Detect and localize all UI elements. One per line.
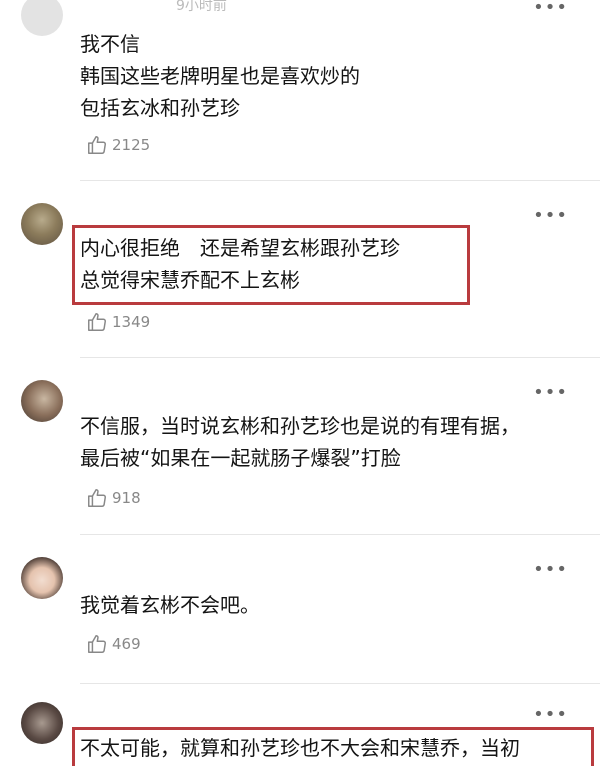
avatar[interactable] [21,0,63,36]
more-options-icon[interactable]: ••• [533,384,568,402]
comment-line: 最后被“如果在一起就肠子爆裂”打脸 [80,446,401,470]
avatar[interactable] [21,380,63,422]
avatar[interactable] [21,702,63,744]
like-count: 469 [112,635,141,653]
avatar[interactable] [21,203,63,245]
more-options-icon[interactable]: ••• [533,706,568,724]
comment-text: 内心很拒绝 还是希望玄彬跟孙艺珍 总觉得宋慧乔配不上玄彬 [80,232,580,296]
thumbs-up-icon [86,633,108,655]
like-count: 918 [112,489,141,507]
thumbs-up-icon [86,311,108,333]
like-button[interactable]: 469 [86,633,141,655]
comment-text: 不太可能，就算和孙艺珍也不大会和宋慧乔，当初 [80,732,600,764]
comment-timestamp: 9小时前 [176,0,227,14]
like-button[interactable]: 1349 [86,311,150,333]
more-options-icon[interactable]: ••• [533,0,568,17]
comment-item: 9小时前 ••• 我不信 韩国这些老牌明星也是喜欢炒的 包括玄冰和孙艺珍 212… [0,0,600,181]
comment-text: 我不信 韩国这些老牌明星也是喜欢炒的 包括玄冰和孙艺珍 [80,28,580,124]
comment-item: ••• 不太可能，就算和孙艺珍也不大会和宋慧乔，当初 [0,684,600,766]
more-options-icon[interactable]: ••• [533,561,568,579]
like-button[interactable]: 918 [86,487,141,509]
like-count: 1349 [112,313,151,331]
more-options-icon[interactable]: ••• [533,207,568,225]
like-button[interactable]: 2125 [86,134,150,156]
avatar[interactable] [21,557,63,599]
comment-line: 不太可能，就算和孙艺珍也不大会和宋慧乔，当初 [80,736,520,760]
comment-text: 我觉着玄彬不会吧。 [80,589,580,621]
comment-item: ••• 不信服，当时说玄彬和孙艺珍也是说的有理有据， 最后被“如果在一起就肠子爆… [0,358,600,535]
comment-text: 不信服，当时说玄彬和孙艺珍也是说的有理有据， 最后被“如果在一起就肠子爆裂”打脸 [80,410,580,474]
comment-item: ••• 内心很拒绝 还是希望玄彬跟孙艺珍 总觉得宋慧乔配不上玄彬 1349 [0,181,600,358]
comment-line: 我觉着玄彬不会吧。 [80,593,260,617]
comment-line: 我不信 [80,32,140,56]
comment-item: ••• 我觉着玄彬不会吧。 469 [0,535,600,684]
thumbs-up-icon [86,487,108,509]
like-count: 2125 [112,136,151,154]
comment-line: 内心很拒绝 还是希望玄彬跟孙艺珍 [80,236,400,260]
comment-line: 包括玄冰和孙艺珍 [80,96,240,120]
comment-line: 韩国这些老牌明星也是喜欢炒的 [80,64,360,88]
comment-line: 总觉得宋慧乔配不上玄彬 [80,268,300,292]
comment-line: 不信服，当时说玄彬和孙艺珍也是说的有理有据， [80,414,520,438]
thumbs-up-icon [86,134,108,156]
